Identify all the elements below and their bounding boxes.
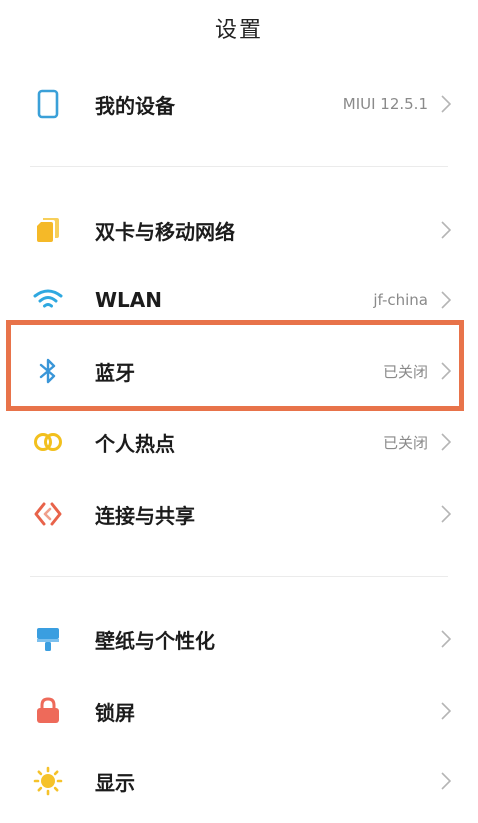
settings-item-connection-sharing[interactable]: 连接与共享 <box>0 482 478 546</box>
chevron-right-icon <box>438 218 454 242</box>
settings-item-my-device[interactable]: 我的设备 MIUI 12.5.1 <box>0 72 478 136</box>
settings-item-value: 已关闭 <box>382 433 428 452</box>
settings-item-hotspot[interactable]: 个人热点 已关闭 <box>0 410 478 474</box>
chevron-right-icon <box>438 288 454 312</box>
section-divider <box>30 576 448 577</box>
wallpaper-icon <box>32 623 64 655</box>
display-brightness-icon <box>32 765 64 797</box>
settings-item-label: 个人热点 <box>95 431 175 456</box>
section-divider <box>30 166 448 167</box>
chevron-right-icon <box>438 769 454 793</box>
chevron-right-icon <box>438 502 454 526</box>
settings-item-label: WLAN <box>95 288 163 312</box>
settings-item-wallpaper[interactable]: 壁纸与个性化 <box>0 607 478 671</box>
settings-item-lock-screen[interactable]: 锁屏 <box>0 679 478 743</box>
settings-item-label: 壁纸与个性化 <box>95 628 215 653</box>
phone-icon <box>32 88 64 120</box>
page-title: 设置 <box>214 18 263 43</box>
sim-card-icon <box>32 214 64 246</box>
settings-item-label: 连接与共享 <box>95 503 195 528</box>
chevron-right-icon <box>438 92 454 116</box>
settings-item-value: jf-china <box>373 291 428 309</box>
settings-item-label: 双卡与移动网络 <box>95 219 235 244</box>
highlight-box <box>6 320 464 411</box>
wifi-icon <box>32 284 64 316</box>
settings-item-label: 我的设备 <box>95 93 175 118</box>
page-header: 设置 <box>0 0 478 56</box>
settings-item-display[interactable]: 显示 <box>0 749 478 813</box>
settings-item-label: 显示 <box>95 770 135 795</box>
settings-item-value: MIUI 12.5.1 <box>342 95 428 113</box>
chevron-right-icon <box>438 430 454 454</box>
chevron-right-icon <box>438 627 454 651</box>
share-icon <box>32 498 64 530</box>
settings-item-dual-sim[interactable]: 双卡与移动网络 <box>0 198 478 262</box>
hotspot-icon <box>32 426 64 458</box>
lock-icon <box>32 695 64 727</box>
settings-item-label: 锁屏 <box>95 700 135 725</box>
chevron-right-icon <box>438 699 454 723</box>
